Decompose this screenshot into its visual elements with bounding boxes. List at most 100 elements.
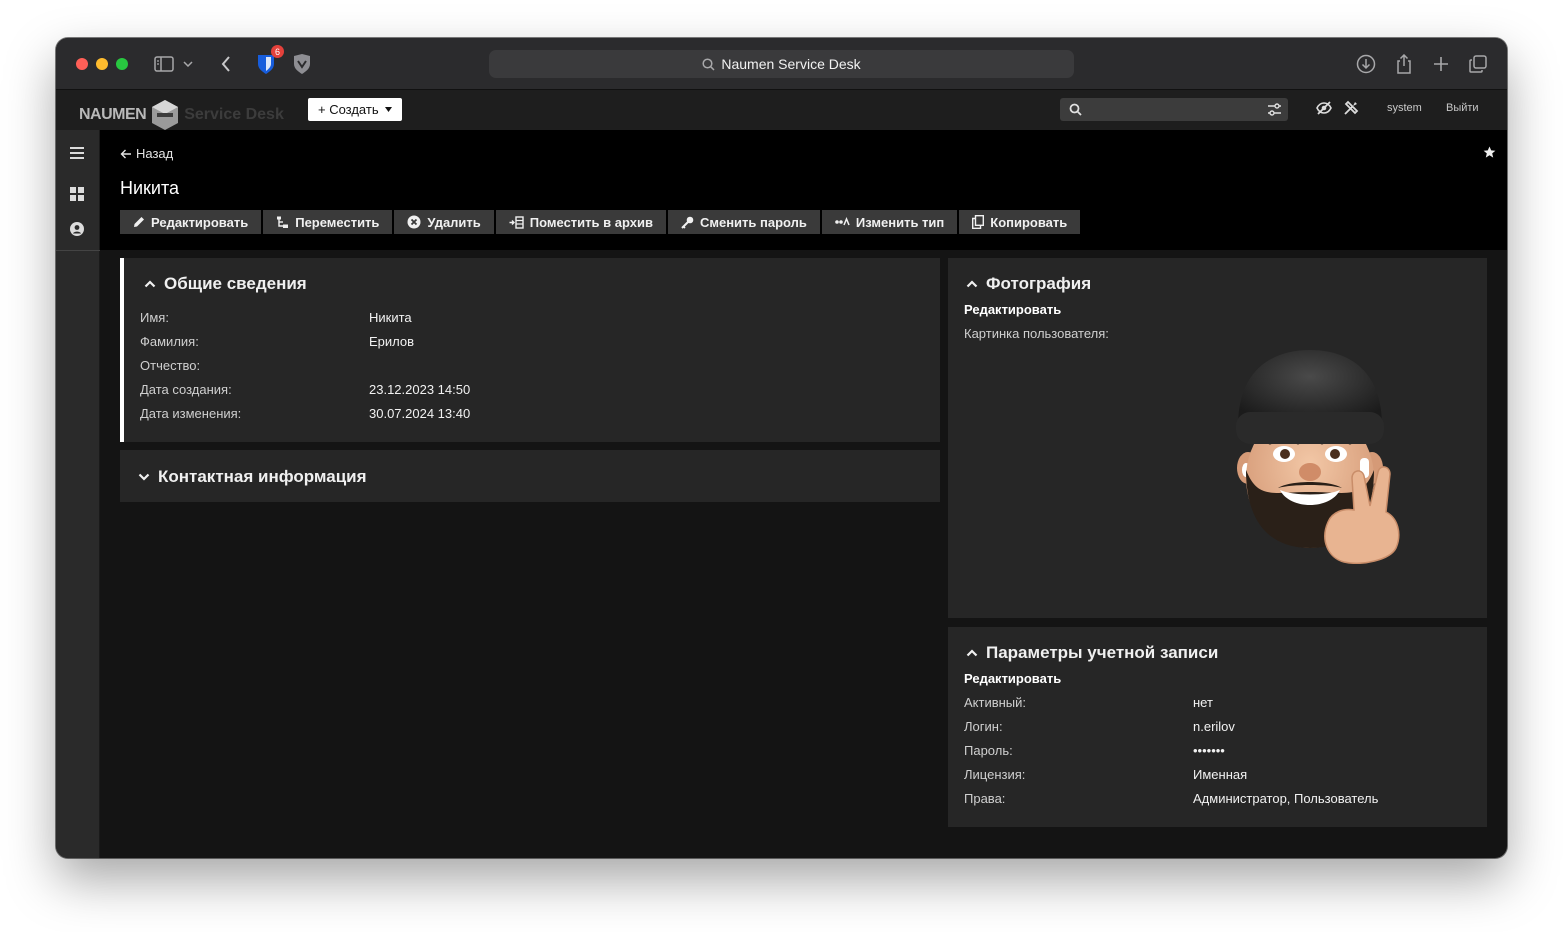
close-window-button[interactable] — [76, 58, 88, 70]
created-date-label: Дата создания: — [140, 382, 232, 397]
shield-extension-icon[interactable] — [290, 52, 314, 76]
search-input[interactable] — [1060, 98, 1288, 121]
license-label: Лицензия: — [964, 767, 1026, 782]
share-icon[interactable] — [1392, 52, 1416, 76]
tab-overview-icon[interactable] — [1466, 52, 1490, 76]
user-profile-icon[interactable] — [70, 222, 84, 241]
dashboard-icon[interactable] — [70, 187, 84, 206]
logout-link[interactable]: Выйти — [1446, 102, 1479, 114]
new-tab-icon[interactable] — [1429, 52, 1453, 76]
search-icon — [1069, 103, 1082, 116]
back-arrow-icon[interactable] — [214, 52, 238, 76]
password-label: Пароль: — [964, 743, 1013, 758]
move-button[interactable]: Переместить — [263, 210, 393, 234]
sidebar-toggle-icon[interactable] — [152, 52, 176, 76]
account-edit-link[interactable]: Редактировать — [964, 671, 1061, 686]
login-label: Логин: — [964, 719, 1003, 734]
modified-date-value: 30.07.2024 13:40 — [369, 406, 471, 421]
last-name-label: Фамилия: — [140, 334, 199, 349]
browser-window: 6 Naumen Service Desk NAUMEN Service Des… — [56, 38, 1507, 858]
address-bar[interactable]: Naumen Service Desk — [489, 50, 1074, 78]
tools-icon[interactable] — [1343, 100, 1359, 121]
change-type-button[interactable]: Изменить тип — [821, 210, 958, 234]
create-button[interactable]: + Создать — [308, 98, 402, 121]
menu-icon[interactable] — [70, 146, 84, 164]
chevron-down-icon — [138, 473, 150, 481]
created-date-value: 23.12.2023 14:50 — [369, 382, 471, 397]
chevron-up-icon — [966, 280, 978, 288]
photo-panel: Фотография Редактировать Картинка пользо… — [948, 258, 1487, 618]
create-button-label: + Создать — [318, 102, 379, 117]
copy-button[interactable]: Копировать — [959, 210, 1081, 234]
general-info-panel: Общие сведения Имя: Никита Фамилия: Ерил… — [120, 258, 940, 442]
contact-info-panel: Контактная информация — [120, 450, 940, 502]
password-value: ••••••• — [1193, 743, 1225, 758]
license-value: Именная — [1193, 767, 1248, 782]
eye-off-icon[interactable] — [1316, 100, 1332, 121]
current-user-link[interactable]: system — [1387, 102, 1422, 114]
caret-down-icon — [384, 107, 392, 112]
delete-button[interactable]: Удалить — [394, 210, 494, 234]
browser-toolbar: 6 Naumen Service Desk — [56, 38, 1507, 90]
naumen-logo[interactable]: NAUMEN Service Desk — [79, 99, 284, 131]
delete-button-label: Удалить — [427, 214, 481, 230]
minimize-window-button[interactable] — [96, 58, 108, 70]
logo-subtitle: Service Desk — [184, 106, 284, 123]
user-picture-label: Картинка пользователя: — [964, 326, 1109, 341]
change-type-button-label: Изменить тип — [855, 214, 945, 230]
active-value: нет — [1193, 695, 1213, 710]
photo-header[interactable]: Фотография — [966, 274, 1091, 294]
photo-title: Фотография — [986, 274, 1092, 293]
chevron-up-icon — [966, 649, 978, 657]
move-button-label: Переместить — [295, 214, 380, 230]
user-avatar-image — [1236, 350, 1400, 564]
page-title: Никита — [120, 178, 180, 198]
rights-value: Администратор, Пользователь — [1193, 791, 1379, 806]
extension-badge: 6 — [271, 45, 284, 58]
modified-date-label: Дата изменения: — [140, 406, 242, 421]
account-header[interactable]: Параметры учетной записи — [966, 643, 1218, 663]
delete-icon — [407, 215, 421, 229]
general-info-header[interactable]: Общие сведения — [144, 274, 307, 294]
edit-button[interactable]: Редактировать — [120, 210, 262, 234]
arrow-left-icon — [120, 149, 131, 158]
patronymic-label: Отчество: — [140, 358, 201, 373]
download-icon[interactable] — [1354, 52, 1378, 76]
star-icon[interactable] — [1483, 146, 1496, 164]
edit-button-label: Редактировать — [151, 214, 249, 230]
archive-icon — [509, 215, 524, 229]
logo-cube-icon — [152, 100, 179, 130]
zoom-window-button[interactable] — [116, 58, 128, 70]
chevron-down-icon[interactable] — [180, 52, 196, 76]
filter-settings-icon[interactable] — [1267, 103, 1282, 116]
account-panel: Параметры учетной записи Редактировать А… — [948, 627, 1487, 827]
pencil-icon — [134, 217, 144, 227]
bitwarden-extension-icon[interactable]: 6 — [254, 45, 284, 76]
change-password-button[interactable]: Сменить пароль — [667, 210, 820, 234]
copy-button-label: Копировать — [990, 214, 1068, 230]
last-name-value: Ерилов — [369, 334, 415, 349]
left-navigation-rail — [56, 130, 100, 858]
account-title: Параметры учетной записи — [986, 643, 1219, 662]
archive-button[interactable]: Поместить в архив — [495, 210, 666, 234]
rights-label: Права: — [964, 791, 1006, 806]
archive-button-label: Поместить в архив — [529, 214, 653, 230]
photo-edit-link[interactable]: Редактировать — [964, 302, 1061, 317]
copy-icon — [972, 215, 985, 229]
login-value: n.erilov — [1193, 719, 1235, 734]
change-type-icon — [835, 217, 850, 226]
search-icon — [702, 57, 715, 71]
contact-info-title: Контактная информация — [158, 467, 367, 486]
page-header: Назад Никита Редактировать Переместить У… — [100, 130, 1507, 250]
first-name-label: Имя: — [140, 310, 169, 325]
back-link[interactable]: Назад — [120, 146, 173, 161]
key-icon — [681, 216, 694, 229]
general-info-title: Общие сведения — [164, 274, 307, 293]
chevron-up-icon — [144, 280, 156, 288]
back-link-label: Назад — [136, 146, 174, 161]
first-name-value: Никита — [369, 310, 412, 325]
contact-info-header[interactable]: Контактная информация — [138, 467, 367, 487]
address-text: Naumen Service Desk — [721, 56, 861, 72]
rail-divider — [56, 250, 100, 251]
move-icon — [277, 216, 289, 228]
